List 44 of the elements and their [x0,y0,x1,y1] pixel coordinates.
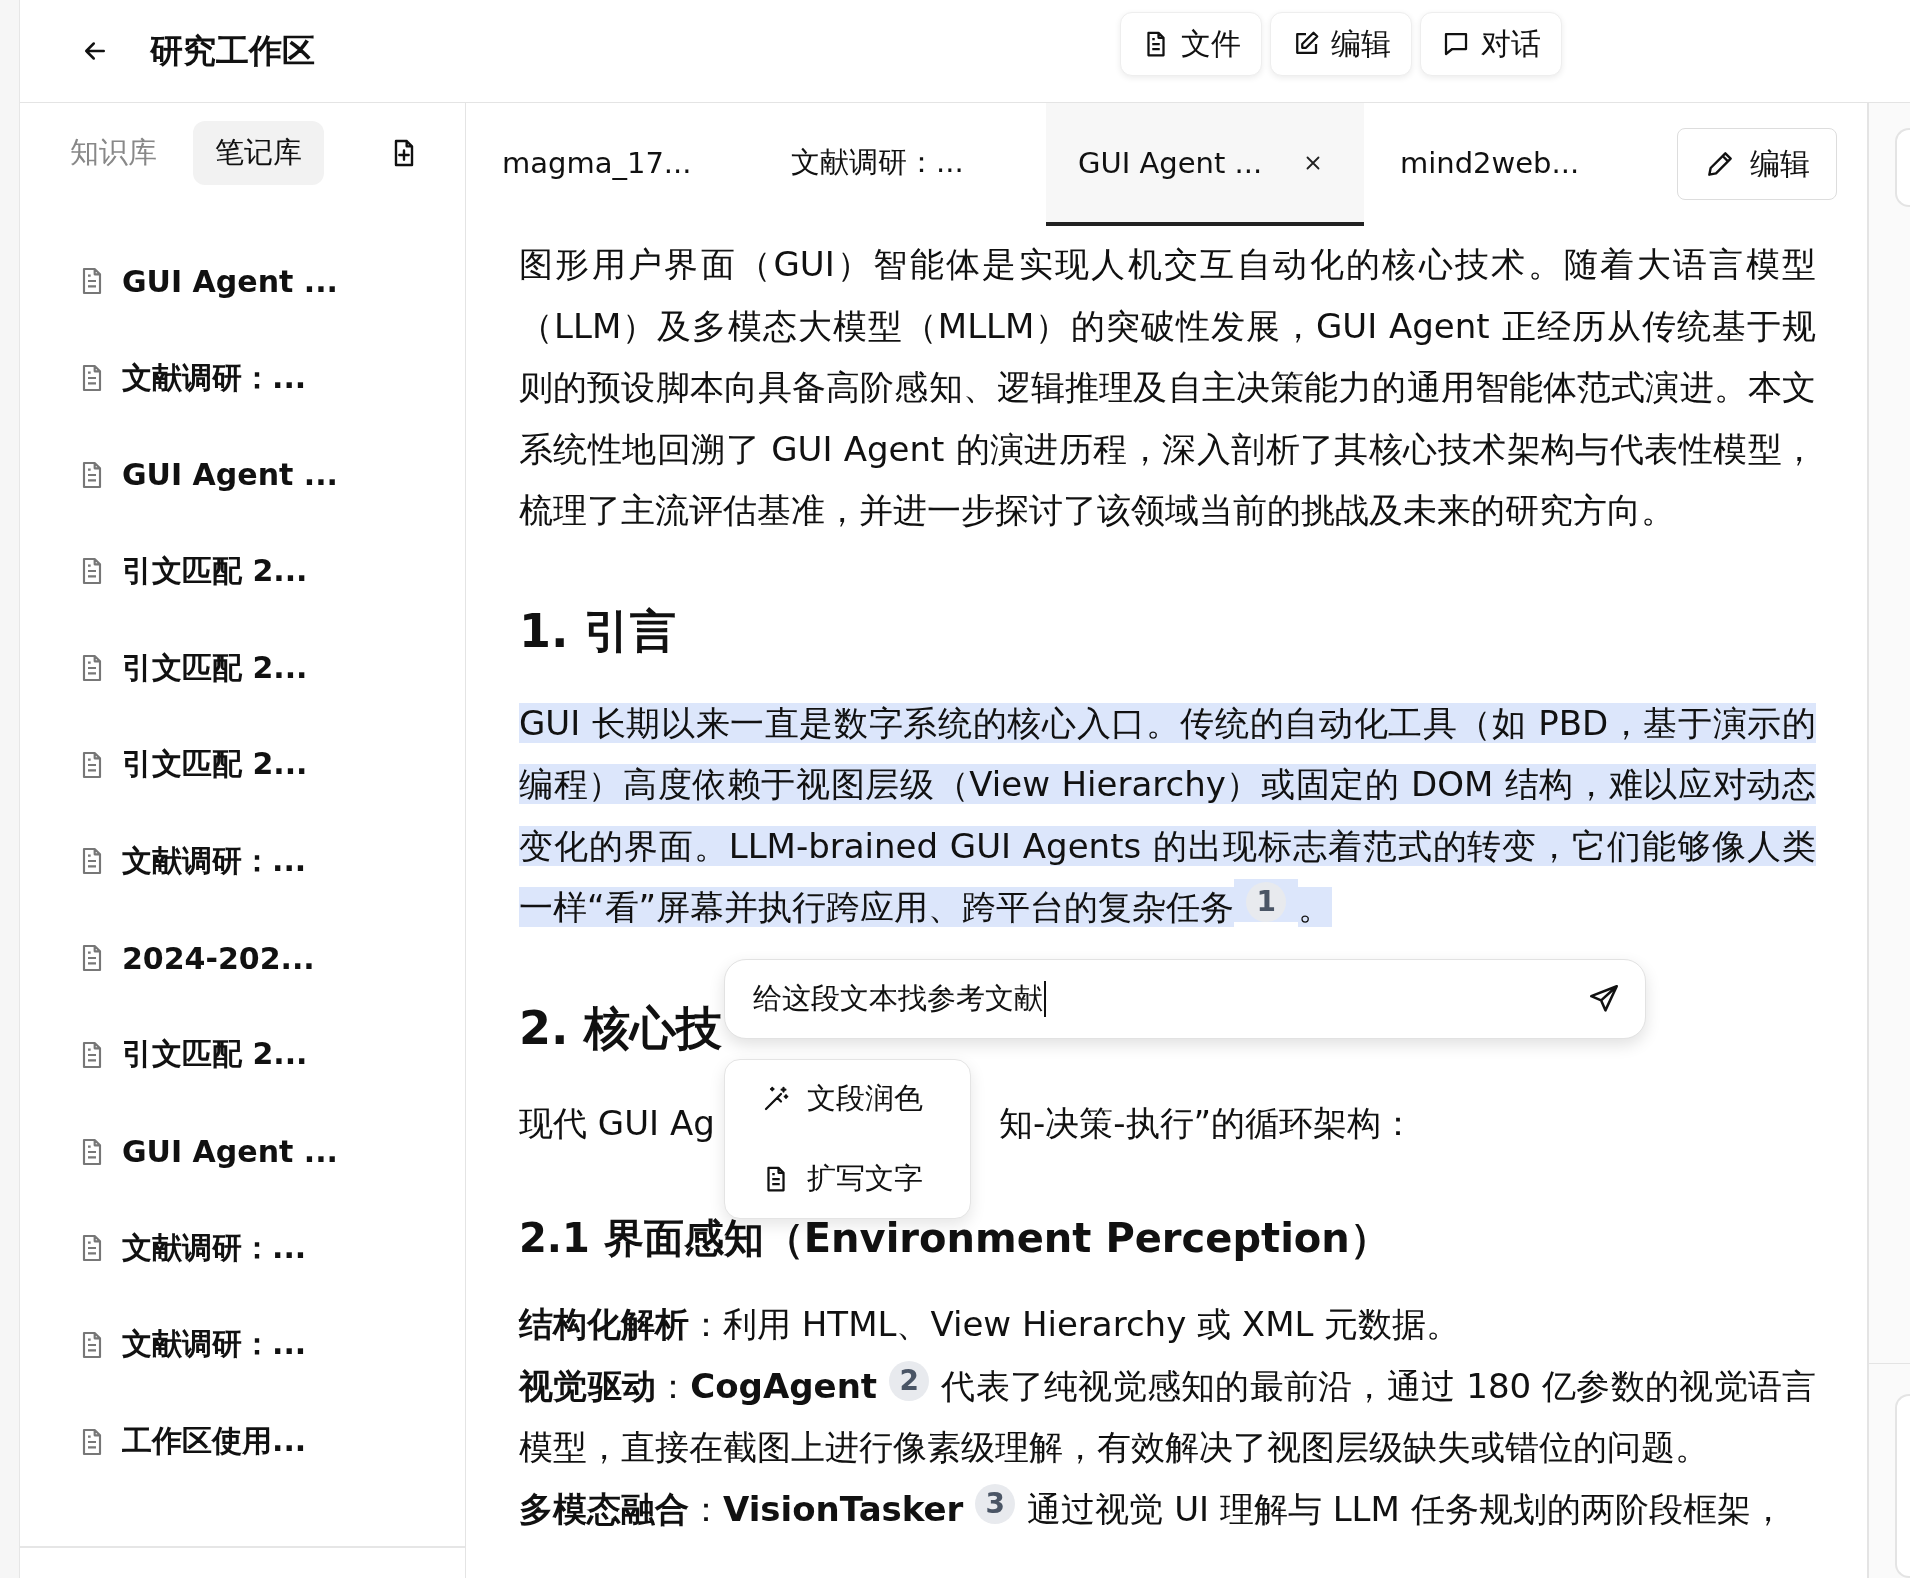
workspace-title: 研究工作区 [150,29,315,72]
sidebar-tab[interactable]: 知识库 [48,121,179,185]
sidebar-tab[interactable]: 笔记库 [193,121,324,185]
menu-item[interactable]: 扩写文字 [725,1149,970,1208]
note-item[interactable]: 2024-202... [122,940,315,976]
citation-badge[interactable]: 1 [1246,882,1287,922]
tab-label: GUI Agent ... [1078,145,1263,180]
paragraph-text: 现代 GUI Ag [519,1102,715,1143]
tab-label: 文献调研：... [791,143,964,181]
note-item[interactable]: 文献调研：... [122,357,307,399]
note-item[interactable]: 引文匹配 2... [122,1034,308,1076]
note-item[interactable]: GUI Agent ... [122,263,338,299]
citation-badge[interactable]: 3 [975,1483,1016,1524]
toolbar-button[interactable]: 文件 [1120,12,1262,76]
document-tab[interactable]: GUI Agent ... [1046,103,1364,226]
note-item[interactable]: 引文匹配 2... [122,550,308,592]
tab-label: mind2web... [1400,145,1580,180]
edit-button[interactable]: 编辑 [1677,128,1837,200]
note-item[interactable]: 引文匹配 2... [122,744,308,786]
menu-item[interactable]: 文段润色 [725,1069,970,1128]
paragraph: GUI 长期以来一直是数字系统的核心入口。传统的自动化工具（如 PBD，基于演示的编程）高度依赖于视图层级（View Hierarchy）或固定的 DOM 结构，难以应对动态变化的界面。LLM-brained GUI Agents 的出现标志着范式的转变，它们能够像人类一样“看”屏幕并执行跨应用、跨平台的复杂任务 1 。 [519,701,1816,929]
paragraph: 图形用户界面（GUI）智能体是实现人机交互自动化的核心技术。随着大语言模型（LLM）及多模态大模型（MLLM）的突破性发展，GUI Agent 正经历从传统基于规则的预设脚本向具备高阶感知、逻辑推理及自主决策能力的通用智能体范式演进。本文系统性地回溯了 GUI Agent 的演进历程，深入剖析了其核心技术架构与代表性模型，梳理了主流评估基准，并进一步探讨了该领域当前的挑战及未来的研究方向。 [519,243,1816,532]
citation-badge[interactable]: 2 [889,1360,930,1401]
note-item[interactable]: 工作区使用... [122,1421,307,1463]
prompt-input[interactable]: 给这段文本找参考文献 [724,958,1646,1039]
note-item[interactable]: 文献调研：... [122,840,307,882]
note-item[interactable]: 文献调研：... [122,1227,307,1269]
subsection-heading: 2.1 界面感知（Environment Perception） [519,1214,1391,1263]
note-item[interactable]: GUI Agent ... [122,1134,338,1170]
paragraph: 多模态融合：VisionTasker 3 通过视觉 UI 理解与 LLM 任务规划的两阶段框架， [519,1478,1816,1540]
paragraph: 视觉驱动：CogAgent 2 代表了纯视觉感知的最前沿，通过 180 亿参数的视觉语言模型，直接在截图上进行像素级理解，有效解决了视图层级缺失或错位的问题。 [519,1355,1816,1479]
tab-label: magma_17... [502,145,692,180]
section-heading: 1. 引言 [519,602,677,660]
note-item[interactable]: 文献调研：... [122,1324,307,1366]
document-tab[interactable]: magma_17... [466,103,756,226]
note-item[interactable]: 引文匹配 2... [122,647,308,689]
section-heading: 2. 核心技 [519,999,723,1057]
document-tab[interactable]: mind2web... [1364,103,1654,226]
toolbar-button[interactable]: 编辑 [1270,12,1412,76]
document-tab[interactable]: 文献调研：... [756,103,1046,226]
paragraph: 结构化解析：利用 HTML、View Hierarchy 或 XML 元数据。 [519,1303,1462,1346]
note-item[interactable]: GUI Agent ... [122,457,338,493]
paragraph-text: 知-决策-执行”的循环架构： [999,1101,1416,1145]
toolbar-button[interactable]: 对话 [1420,12,1562,76]
